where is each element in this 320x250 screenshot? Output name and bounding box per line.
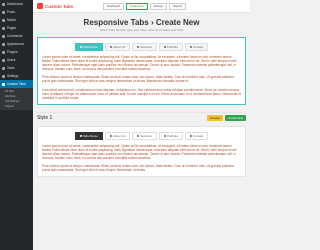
tab-label: Contact [192,133,204,138]
gear-icon [137,46,140,48]
main-content: Responsive Tabs › Create New Select Tabs… [33,13,250,250]
sidebar-submenu: All Tabs Add New Tab Settings Support [0,88,33,110]
sidebar-item-dashboard[interactable]: Dashboard [0,0,33,8]
tab-content-paragraph: Proin dictum quam ut tempor malesuada. E… [42,75,234,84]
plugin-header: Custom Tabs Dashboard Create New Setting… [33,0,250,13]
home-icon [79,46,82,48]
tab-content-paragraph: Cras tellus vehicula sit, condimentum ri… [42,87,241,100]
sidebar-item-label: Settings [7,74,19,78]
plugin-logo: Custom Tabs [45,3,74,9]
tabs-preview-panel: Tabs Demo About Us Services Portfolio Co… [37,37,246,105]
plugin-icon [2,50,5,54]
tab-label: Contact [192,45,204,49]
style-1-tabs: Tabs Demo About Us Services Portfolio Co… [42,131,241,140]
dashboard-icon [2,2,5,6]
demo-tab-contact[interactable]: Contact [184,43,209,51]
style-tab-services[interactable]: Services [132,131,157,140]
sidebar-item-label: Comments [7,34,23,38]
sidebar-item-appearance[interactable]: Appearance [0,40,33,48]
sidebar-item-label: Pages [7,26,17,30]
home-icon [79,134,82,137]
demo-tab-about-us[interactable]: About Us [104,43,131,51]
style-row: Style 1 Preview Create Now [37,111,246,121]
style-tab-portfolio[interactable]: Portfolio [158,131,183,140]
pin-icon [2,10,5,14]
style-tab-tabs-demo[interactable]: Tabs Demo [74,131,103,140]
admin-sidebar: Dashboard Posts Media Pages Comments App… [0,0,33,250]
tab-dashboard[interactable]: Dashboard [103,2,124,10]
tab-label: Portfolio [166,133,178,138]
style-tab-about-us[interactable]: About Us [104,131,131,140]
logo-icon [37,3,43,9]
sidebar-item-comments[interactable]: Comments [0,32,33,40]
envelope-icon [189,46,192,48]
create-now-button[interactable]: Create Now [225,114,246,121]
brush-icon [2,42,5,46]
style-tab-contact[interactable]: Contact [184,131,209,140]
style-1-panel: Tabs Demo About Us Services Portfolio Co… [37,125,246,178]
style-buttons: Preview Create Now [207,114,246,121]
tab-label: Tabs Demo [82,133,98,138]
page-subtitle: Select Tabs layouts, give your Tabs name… [99,28,184,32]
demo-tabs: Tabs Demo About Us Services Portfolio Co… [42,43,241,51]
sidebar-item-label: Plugins [7,50,18,54]
tab-settings[interactable]: Settings [149,2,167,10]
tab-label: Services [140,133,152,138]
sidebar-item-label: Custom Tabs [7,82,26,86]
tab-label: About Us [112,45,126,49]
demo-tab-portfolio[interactable]: Portfolio [158,43,183,51]
user-icon [109,46,112,48]
comment-icon [2,34,5,38]
user-icon [109,134,112,137]
demo-tab-tabs-demo[interactable]: Tabs Demo [74,43,103,51]
tab-content-paragraph: Lorem ipsum dolor sit amet, consectetur … [42,143,237,161]
page-title: Responsive Tabs › Create New [83,18,200,27]
wrench-icon [2,66,5,70]
sidebar-item-users[interactable]: Users [0,56,33,64]
preview-button[interactable]: Preview [207,114,224,121]
sidebar-item-label: Users [7,58,16,62]
settings-icon [2,74,5,78]
sidebar-item-label: Media [7,18,16,22]
tab-label: Tabs Demo [82,45,98,49]
sidebar-item-label: Tools [7,66,15,70]
sidebar-item-settings[interactable]: Settings [0,72,33,80]
submenu-item-support[interactable]: Support [0,104,33,109]
tab-create-new[interactable]: Create New [125,2,148,10]
header-tabs: Dashboard Create New Settings Support [103,2,187,10]
tabs-icon [2,82,5,86]
sidebar-item-plugins[interactable]: Plugins [0,48,33,56]
sidebar-item-label: Dashboard [7,2,23,6]
sidebar-item-tools[interactable]: Tools [0,64,33,72]
gear-icon [137,134,140,137]
user-icon [2,58,5,62]
media-icon [2,18,5,22]
sidebar-item-pages[interactable]: Pages [0,24,33,32]
style-label: Style 1 [37,114,53,121]
briefcase-icon [163,46,166,48]
tab-content-paragraph: Lorem ipsum dolor sit amet, consectetur … [42,55,237,72]
tab-support[interactable]: Support [168,2,187,10]
briefcase-icon [163,134,166,137]
page-icon [2,26,5,30]
sidebar-item-posts[interactable]: Posts [0,8,33,16]
sidebar-item-label: Appearance [7,42,25,46]
sidebar-item-media[interactable]: Media [0,16,33,24]
tab-label: Portfolio [166,45,178,49]
tab-label: Services [140,45,152,49]
tab-content-paragraph: Proin dictum quam ut tempor malesuada. E… [42,164,234,173]
sidebar-item-label: Posts [7,10,15,14]
tab-label: About Us [112,133,126,138]
sidebar-item-custom-tabs[interactable]: Custom Tabs [0,80,33,88]
demo-tab-services[interactable]: Services [132,43,157,51]
envelope-icon [189,134,192,137]
